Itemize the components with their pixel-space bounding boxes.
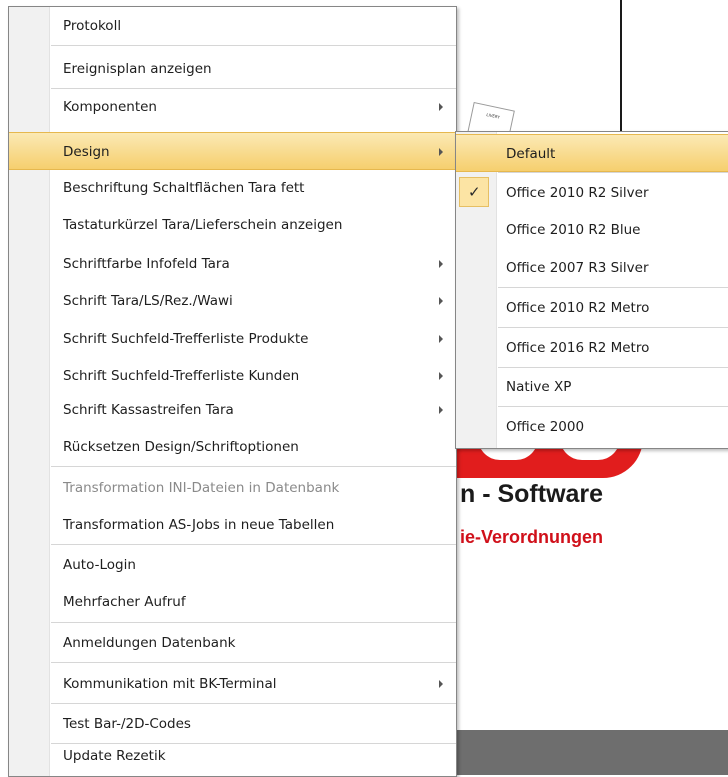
menu-item-auto-login[interactable]: Auto-Login [9, 546, 456, 584]
design-option-label: Office 2010 R2 Silver [506, 185, 649, 201]
submenu-separator [498, 406, 728, 407]
submenu-arrow-icon [439, 103, 443, 111]
verordnungen-slogan: ie-Verordnungen [460, 527, 604, 547]
submenu-arrow-icon [439, 335, 443, 343]
menu-item-label: Mehrfacher Aufruf [63, 594, 186, 610]
menu-item-label: Protokoll [63, 18, 122, 34]
menu-item-label: Schrift Tara/LS/Rez./Wawi [63, 293, 233, 309]
menu-item-mehrfacher-aufruf[interactable]: Mehrfacher Aufruf [9, 583, 456, 621]
checkmark-icon: ✓ [468, 183, 481, 201]
menu-separator [51, 703, 456, 704]
menu-item-label: Kommunikation mit BK-Terminal [63, 676, 277, 692]
submenu-arrow-icon [439, 297, 443, 305]
menu-item-label: Anmeldungen Datenbank [63, 635, 236, 651]
design-submenu: Default ✓ Office 2010 R2 Silver Office 2… [455, 131, 728, 449]
menu-separator [51, 45, 456, 46]
background-bottom-bar [455, 730, 728, 775]
menu-item-bk-terminal[interactable]: Kommunikation mit BK-Terminal [9, 665, 456, 703]
menu-item-label: Tastaturkürzel Tara/Lieferschein anzeige… [63, 217, 343, 233]
submenu-separator [498, 287, 728, 288]
design-option-office-2010-blue[interactable]: Office 2010 R2 Blue [456, 211, 728, 249]
menu-item-schrift-kassastreifen[interactable]: Schrift Kassastreifen Tara [9, 391, 456, 429]
menu-item-label: Komponenten [63, 99, 157, 115]
menu-item-schrift-kunden[interactable]: Schrift Suchfeld-Trefferliste Kunden [9, 357, 456, 395]
menu-item-label: Rücksetzen Design/Schriftoptionen [63, 439, 299, 455]
menu-item-beschriftung-fett[interactable]: Beschriftung Schaltflächen Tara fett [9, 169, 456, 207]
menu-item-ruecksetzen[interactable]: Rücksetzen Design/Schriftoptionen [9, 428, 456, 466]
menu-item-transformation-ini: Transformation INI-Dateien in Datenbank [9, 469, 456, 507]
menu-item-label: Ereignisplan anzeigen [63, 61, 212, 77]
menu-item-protokoll[interactable]: Protokoll [9, 7, 456, 45]
menu-item-label: Transformation AS-Jobs in neue Tabellen [63, 517, 335, 533]
menu-item-komponenten[interactable]: Komponenten [9, 88, 456, 126]
submenu-arrow-icon [439, 260, 443, 268]
menu-item-ereignisplan[interactable]: Ereignisplan anzeigen [9, 50, 456, 88]
menu-item-schriftfarbe-infofeld[interactable]: Schriftfarbe Infofeld Tara [9, 245, 456, 283]
menu-item-label: Transformation INI-Dateien in Datenbank [63, 480, 340, 496]
design-option-office-2016-metro[interactable]: Office 2016 R2 Metro [456, 329, 728, 367]
menu-item-label: Schriftfarbe Infofeld Tara [63, 256, 230, 272]
design-option-office-2010-silver[interactable]: ✓ Office 2010 R2 Silver [456, 174, 728, 212]
menu-item-label: Schrift Suchfeld-Trefferliste Kunden [63, 368, 300, 384]
submenu-arrow-icon [439, 372, 443, 380]
software-slogan: n - Software [460, 480, 604, 508]
design-option-office-2010-metro[interactable]: Office 2010 R2 Metro [456, 289, 728, 327]
design-option-label: Office 2000 [506, 419, 585, 435]
design-option-label: Office 2010 R2 Metro [506, 300, 650, 316]
menu-item-label: Update Rezetik [63, 748, 166, 764]
submenu-separator [498, 172, 728, 173]
menu-separator [51, 662, 456, 663]
submenu-arrow-icon [439, 406, 443, 414]
design-option-label: Office 2007 R3 Silver [506, 260, 649, 276]
design-option-label: Office 2016 R2 Metro [506, 340, 650, 356]
menu-item-label: Design [63, 144, 110, 160]
menu-item-label: Beschriftung Schaltflächen Tara fett [63, 180, 305, 196]
design-option-label: Native XP [506, 379, 572, 395]
menu-item-label: Schrift Kassastreifen Tara [63, 402, 234, 418]
design-option-native-xp[interactable]: Native XP [456, 368, 728, 406]
menu-item-schrift-produkte[interactable]: Schrift Suchfeld-Trefferliste Produkte [9, 320, 456, 358]
menu-item-tastaturkuerzel[interactable]: Tastaturkürzel Tara/Lieferschein anzeige… [9, 206, 456, 244]
menu-item-label: Schrift Suchfeld-Trefferliste Produkte [63, 331, 309, 347]
design-option-office-2007-silver[interactable]: Office 2007 R3 Silver [456, 249, 728, 287]
design-option-label: Default [506, 146, 556, 162]
design-option-default[interactable]: Default [456, 134, 728, 172]
menu-item-transformation-as-jobs[interactable]: Transformation AS-Jobs in neue Tabellen [9, 506, 456, 544]
menu-item-anmeldungen-datenbank[interactable]: Anmeldungen Datenbank [9, 624, 456, 662]
menu-separator [51, 466, 456, 467]
background-divider-line [620, 0, 622, 140]
design-option-office-2000[interactable]: Office 2000 [456, 408, 728, 446]
design-option-label: Office 2010 R2 Blue [506, 222, 641, 238]
submenu-arrow-icon [439, 148, 443, 156]
checked-indicator: ✓ [459, 177, 489, 207]
menu-item-update-rezetik[interactable]: Update Rezetik [9, 737, 456, 775]
menu-separator [51, 622, 456, 623]
submenu-separator [498, 327, 728, 328]
submenu-arrow-icon [439, 680, 443, 688]
menu-item-label: Auto-Login [63, 557, 136, 573]
menu-separator [51, 544, 456, 545]
menu-item-schrift-tara[interactable]: Schrift Tara/LS/Rez./Wawi [9, 282, 456, 320]
delivery-document-text: LIVERY [485, 111, 501, 120]
context-menu: Protokoll Ereignisplan anzeigen Komponen… [8, 6, 457, 777]
menu-item-design[interactable]: Design [9, 132, 456, 170]
